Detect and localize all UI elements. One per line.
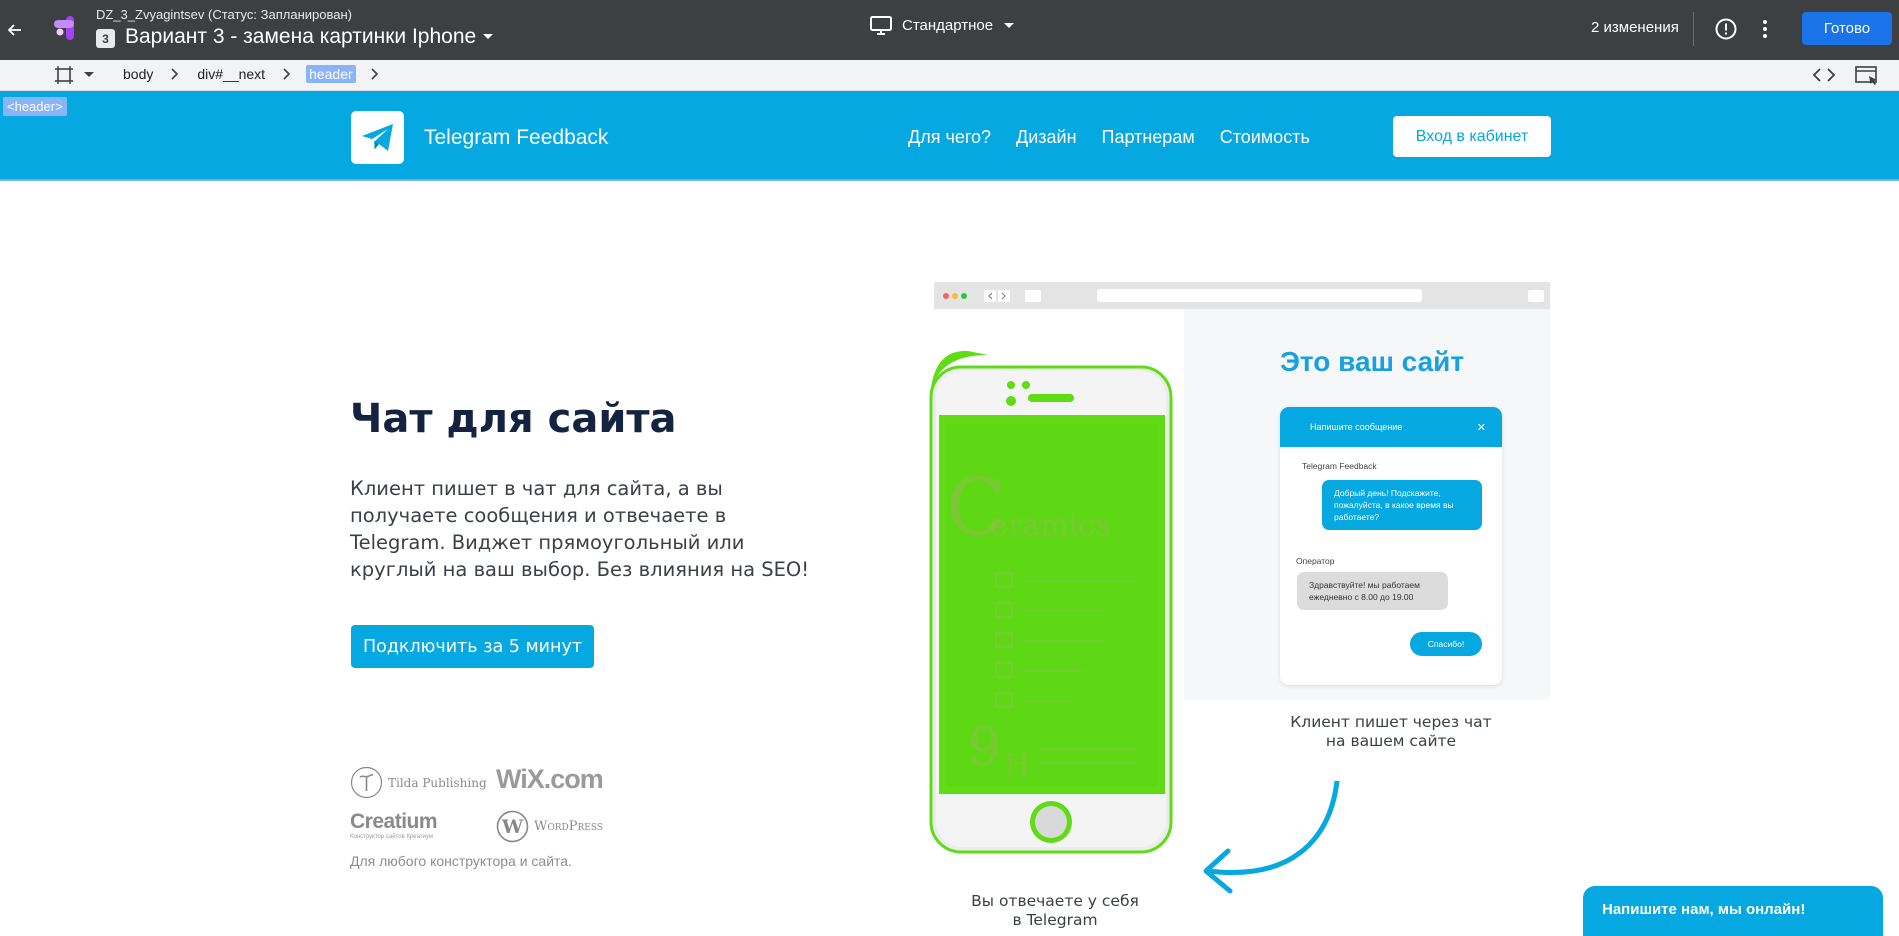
partners-note: Для любого конструктора и сайта. (350, 853, 572, 869)
selector-icon (55, 66, 73, 84)
desktop-icon (870, 16, 892, 35)
kebab-icon[interactable] (1758, 17, 1772, 41)
crumb-div-next[interactable]: div#__next (194, 65, 268, 83)
nav-link-design[interactable]: Дизайн (1016, 127, 1077, 148)
svg-text:W: W (501, 816, 524, 838)
connect-button[interactable]: Подключить за 5 минут (351, 625, 594, 668)
chevron-down-icon (1004, 22, 1015, 28)
brand-name: Telegram Feedback (424, 125, 609, 149)
online-chat-launcher[interactable]: Напишите нам, мы онлайн! (1583, 886, 1883, 936)
project-subtitle: DZ_3_Zvyagintsev (Статус: Запланирован) (96, 7, 352, 22)
widget-operator-label: Оператор (1296, 556, 1335, 566)
chat-widget-preview: Напишите сообщение ✕ Telegram Feedback Д… (1280, 407, 1502, 685)
thanks-button-preview: Спасибо! (1410, 632, 1482, 656)
variant-title: Вариант 3 - замена картинки Iphone (125, 25, 477, 48)
client-message-bubble: Добрый день! Подскажите, пожалуйста, в к… (1322, 480, 1482, 530)
nav-link-partners[interactable]: Партнерам (1102, 127, 1195, 148)
partner-logos: Tilda Publishing WiX.com Creatium Констр… (350, 760, 620, 845)
chevron-down-icon (84, 72, 94, 77)
app-logo-icon (54, 16, 74, 40)
breadcrumb: body div#__next header (120, 65, 380, 83)
selection-tag: <header> (3, 97, 67, 116)
editor-top-bar: DZ_3_Zvyagintsev (Статус: Запланирован) … (0, 0, 1899, 60)
mockup-site-heading: Это ваш сайт (1280, 346, 1465, 377)
partner-wix: WiX.com (496, 764, 604, 794)
widget-header: Напишите сообщение ✕ (1280, 407, 1502, 447)
main-nav: Для чего? Дизайн Партнерам Стоимость (908, 127, 1310, 148)
partner-tilda: Tilda Publishing (350, 766, 487, 799)
login-button[interactable]: Вход в кабинет (1393, 116, 1551, 157)
back-button[interactable] (0, 0, 30, 60)
chevron-right-icon (283, 68, 291, 80)
caption-site: Клиент пишет через чат на вашем сайте (1290, 713, 1492, 750)
device-selector[interactable]: Стандартное (870, 16, 1015, 35)
operator-message-bubble: Здравствуйте! мы работаем ежедневно с 8.… (1297, 572, 1448, 610)
svg-text:H: H (1004, 748, 1030, 783)
page-preview: <header> Telegram Feedback Для чего? Диз… (0, 91, 1899, 932)
site-header[interactable]: <header> Telegram Feedback Для чего? Диз… (0, 91, 1899, 181)
brand-logo (351, 111, 404, 164)
phone-brand-text: eramics (990, 508, 1110, 543)
chevron-right-icon (171, 68, 179, 80)
telegram-plane-icon (361, 123, 393, 151)
code-icon[interactable] (1813, 66, 1835, 84)
partner-creatium: Creatium Конструктор сайтов Креатиум (350, 810, 438, 840)
hero-text: Клиент пишет в чат для сайта, а вы получ… (350, 477, 810, 581)
arrow-curve-icon (1203, 781, 1340, 894)
phone-illustration: C eramics 9 H (929, 351, 1173, 854)
chevron-right-icon[interactable] (370, 68, 380, 80)
tilda-logo-icon (350, 766, 383, 799)
device-label: Стандартное (902, 17, 994, 34)
toolbar-divider (1693, 12, 1694, 46)
hero-title: Чат для сайта (350, 396, 677, 442)
partner-wordpress: W WordPress (496, 810, 603, 843)
preview-icon[interactable] (1855, 66, 1879, 86)
variant-number-badge: 3 (96, 29, 115, 48)
back-arrow-icon (8, 24, 21, 36)
changes-button[interactable]: 2 изменения (1591, 19, 1679, 36)
mockup-address-bar (1097, 289, 1422, 302)
element-breadcrumb-bar: body div#__next header (0, 60, 1899, 91)
wordpress-logo-icon: W (496, 810, 529, 843)
widget-sender-label: Telegram Feedback (1302, 461, 1377, 471)
chevron-down-icon (483, 34, 494, 39)
done-button[interactable]: Готово (1802, 12, 1892, 45)
crumb-body[interactable]: body (120, 65, 156, 83)
caption-telegram: Вы отвечаете у себя в Telegram (971, 892, 1139, 929)
brand-link[interactable]: Telegram Feedback (351, 111, 608, 164)
svg-text:9: 9 (968, 718, 1001, 778)
element-selector-tool[interactable] (54, 66, 94, 84)
nav-link-price[interactable]: Стоимость (1220, 127, 1310, 148)
crumb-header[interactable]: header (306, 65, 356, 83)
close-icon: ✕ (1476, 421, 1486, 434)
alert-icon[interactable] (1714, 17, 1738, 41)
nav-link-why[interactable]: Для чего? (908, 127, 991, 148)
variant-selector[interactable]: Вариант 3 - замена картинки Iphone (125, 25, 494, 49)
